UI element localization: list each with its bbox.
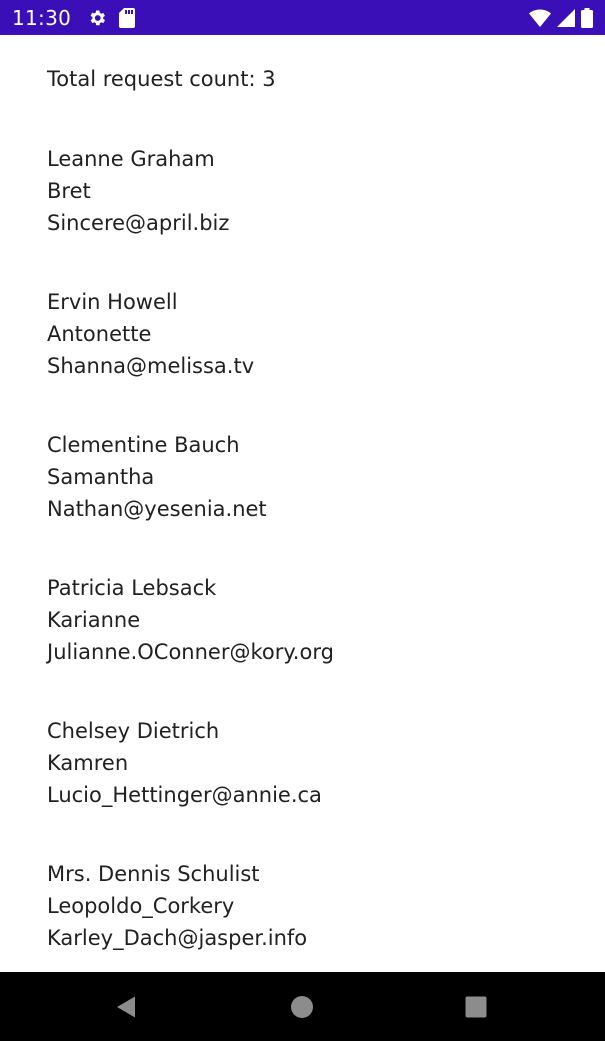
sd-card-icon (119, 7, 136, 28)
user-email: Shanna@melissa.tv (47, 354, 255, 378)
user-list-item: Mrs. Dennis Schulist Leopoldo_Corkery Ka… (47, 858, 334, 972)
user-list-item: Patricia Lebsack Karianne Julianne.OConn… (47, 572, 334, 715)
wifi-icon (529, 8, 551, 27)
cellular-signal-icon (557, 8, 575, 27)
status-time: 11:30 (12, 5, 72, 30)
user-name: Leanne Graham (47, 147, 215, 171)
user-username: Kamren (47, 751, 129, 775)
status-bar: 11:30 (0, 0, 605, 35)
user-username: Karianne (47, 608, 141, 632)
battery-icon (581, 7, 593, 28)
navigation-bar (0, 972, 605, 1041)
user-username: Leopoldo_Corkery (47, 894, 235, 918)
user-email: Julianne.OConner@kory.org (47, 640, 334, 664)
user-username: Antonette (47, 322, 152, 346)
user-list-item: Leanne Graham Bret Sincere@april.biz (47, 143, 334, 286)
home-icon[interactable] (289, 994, 315, 1020)
user-name: Mrs. Dennis Schulist (47, 862, 260, 886)
user-email: Lucio_Hettinger@annie.ca (47, 783, 322, 807)
user-email: Karley_Dach@jasper.info (47, 926, 308, 950)
user-name: Chelsey Dietrich (47, 719, 220, 743)
user-name: Clementine Bauch (47, 433, 240, 457)
user-email: Nathan@yesenia.net (47, 497, 267, 521)
user-username: Samantha (47, 465, 155, 489)
user-list-item: Chelsey Dietrich Kamren Lucio_Hettinger@… (47, 715, 334, 858)
request-count-text: Total request count: 3 (47, 67, 276, 91)
user-list-item: Ervin Howell Antonette Shanna@melissa.tv (47, 286, 334, 429)
status-right-icons (529, 7, 593, 28)
user-name: Patricia Lebsack (47, 576, 217, 600)
user-username: Bret (47, 179, 91, 203)
settings-gear-icon (87, 8, 107, 28)
main-content: Total request count: 3 Leanne Graham Bre… (0, 35, 605, 972)
user-list: Leanne Graham Bret Sincere@april.biz Erv… (47, 143, 334, 972)
user-email: Sincere@april.biz (47, 211, 230, 235)
user-list-item: Clementine Bauch Samantha Nathan@yesenia… (47, 429, 334, 572)
status-left-icons (87, 7, 136, 28)
back-icon[interactable] (114, 994, 140, 1020)
recents-icon[interactable] (463, 994, 489, 1020)
user-name: Ervin Howell (47, 290, 178, 314)
